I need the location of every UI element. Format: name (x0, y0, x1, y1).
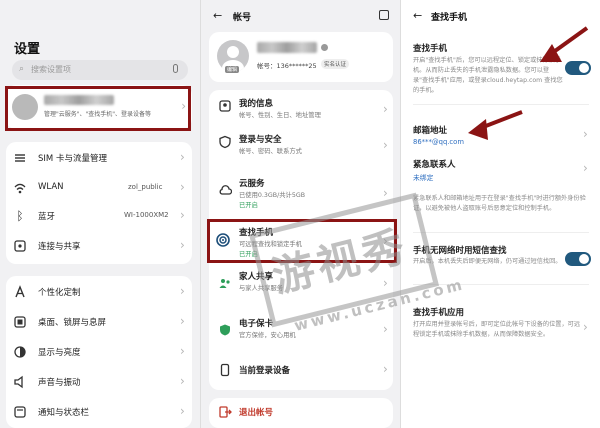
chevron-right-icon: › (180, 404, 185, 418)
notification-icon (12, 404, 28, 420)
chevron-right-icon: › (180, 314, 185, 328)
chevron-right-icon: › (383, 362, 388, 376)
emergency-desc: 紧急联系人和邮箱地址用于在登录"查找手机"时进行额外身份验证，以避免被他人盗取账… (413, 195, 586, 212)
menu-item-sub: 已使用0.3GB/共计5GB (239, 192, 306, 199)
menu-item-sub: 帐号、性别、生日、地址管理 (239, 112, 321, 119)
speaker-icon (12, 374, 28, 390)
chevron-right-icon: › (180, 284, 185, 298)
chevron-right-icon: › (383, 276, 388, 290)
chevron-right-icon: › (383, 102, 388, 116)
chevron-right-icon: › (383, 138, 388, 152)
username-blurred (257, 42, 317, 53)
logout-icon (217, 404, 233, 420)
find-app-title: 查找手机应用 (413, 308, 465, 318)
family-icon (217, 275, 233, 291)
wlan-value: zol_public (128, 183, 163, 191)
page-title: 帐号 (233, 13, 252, 23)
email-value[interactable]: 86***@qq.com (413, 138, 464, 146)
chevron-right-icon: › (583, 320, 588, 334)
wifi-icon (12, 180, 28, 196)
search-icon: ⌕ (19, 64, 25, 74)
emergency-contact-title: 紧急联系人 (413, 160, 456, 170)
sidebar-item-sharing[interactable]: 连接与共享 (38, 240, 81, 252)
phone-number: 帐号：136******25 (257, 62, 317, 70)
bluetooth-icon: ᛒ (16, 209, 24, 223)
verified-badge: 实名认证 (321, 59, 350, 69)
cloud-icon (217, 182, 233, 198)
sim-card-icon (12, 150, 28, 166)
palette-icon (12, 284, 28, 300)
find-phone-title: 查找手机 (413, 44, 448, 54)
find-app-desc: 打开应用并登录帐号后，即可定位此帐号下设备的位置，可远程锁定手机或抹除手机数据，… (413, 321, 581, 338)
scan-icon[interactable] (379, 10, 389, 20)
sidebar-item-sound[interactable]: 声音与振动 (38, 376, 81, 388)
logout-button[interactable]: 退出帐号 (239, 406, 273, 418)
logout-card (209, 398, 393, 428)
chevron-right-icon: › (180, 208, 185, 222)
menu-item-sub: 帐号、密码、联系方式 (239, 148, 302, 155)
sidebar-item-bluetooth[interactable]: 蓝牙 (38, 210, 55, 222)
menu-item-devices[interactable]: 当前登录设备 (239, 364, 290, 376)
status-badge: 已开启 (239, 202, 258, 209)
bluetooth-value: WI-1000XM2 (124, 211, 169, 219)
search-bar[interactable]: ⌕ 搜索设置项 (12, 60, 188, 80)
email-title: 邮箱地址 (413, 126, 448, 136)
account-panel: ← 帐号 编辑 帐号：136******25 实名认证 我的信息 帐号、性别、生… (200, 0, 400, 428)
page-title: 查找手机 (431, 13, 468, 23)
avatar-edit-tag[interactable]: 编辑 (225, 66, 240, 73)
sidebar-item-display[interactable]: 显示与亮度 (38, 346, 81, 358)
menu-item-login-security[interactable]: 登录与安全 (239, 133, 282, 145)
brightness-icon (12, 344, 28, 360)
chevron-right-icon: › (180, 150, 185, 164)
find-phone-desc: 开启"查找手机"后，您可以远程定位、锁定或抹除该手机。从而防止丢失的手机泄露隐私… (413, 57, 563, 94)
chevron-right-icon: › (180, 180, 185, 194)
microphone-icon[interactable] (173, 64, 178, 73)
device-icon (217, 362, 233, 378)
menu-item-sub: 官方保修，安心用机 (239, 332, 296, 339)
back-arrow-icon[interactable]: ← (413, 9, 422, 22)
menu-item-warranty[interactable]: 电子保卡 (239, 317, 273, 329)
sms-find-toggle[interactable] (565, 252, 591, 266)
settings-panel: 设置 ⌕ 搜索设置项 管理"云服务"、"查找手机"、登录设备等 › SIM 卡与… (0, 0, 200, 428)
sms-find-desc: 开启后，本机丢失后即便无网络，仍可通过短信找回。 (413, 258, 562, 265)
verified-icon (321, 44, 328, 51)
sidebar-item-personalize[interactable]: 个性化定制 (38, 286, 81, 298)
highlight-box-find-phone (207, 219, 397, 263)
warranty-icon (217, 322, 233, 338)
chevron-right-icon: › (383, 322, 388, 336)
sms-find-title: 手机无网络时用短信查找 (413, 246, 507, 256)
back-arrow-icon[interactable]: ← (213, 9, 222, 22)
security-icon (217, 134, 233, 150)
user-info-icon (217, 98, 233, 114)
chevron-right-icon: › (180, 374, 185, 388)
page-title: 设置 (14, 42, 41, 57)
chevron-right-icon: › (180, 344, 185, 358)
highlight-box-account (5, 86, 191, 131)
chevron-right-icon: › (383, 186, 388, 200)
menu-item-sub: 与家人共享服务 (239, 285, 284, 292)
menu-item-my-info[interactable]: 我的信息 (239, 97, 273, 109)
home-screen-icon (12, 314, 28, 330)
menu-item-cloud[interactable]: 云服务 (239, 177, 265, 189)
find-phone-toggle[interactable] (565, 61, 591, 75)
share-icon (12, 238, 28, 254)
chevron-right-icon: › (583, 161, 588, 175)
sidebar-item-desktop[interactable]: 桌面、锁屏与息屏 (38, 316, 106, 328)
sidebar-item-notifications[interactable]: 通知与状态栏 (38, 406, 89, 418)
search-input[interactable]: 搜索设置项 (31, 64, 71, 75)
emergency-contact-value[interactable]: 未绑定 (413, 172, 433, 182)
profile-card[interactable]: 编辑 帐号：136******25 实名认证 (209, 32, 393, 82)
find-phone-panel: ← 查找手机 查找手机 开启"查找手机"后，您可以远程定位、锁定或抹除该手机。从… (400, 0, 600, 428)
chevron-right-icon: › (180, 238, 185, 252)
sidebar-item-sim[interactable]: SIM 卡与流量管理 (38, 152, 107, 164)
sidebar-item-wlan[interactable]: WLAN (38, 182, 64, 192)
display-group (6, 276, 192, 428)
chevron-right-icon: › (583, 127, 588, 141)
menu-item-family[interactable]: 家人共享 (239, 270, 273, 282)
